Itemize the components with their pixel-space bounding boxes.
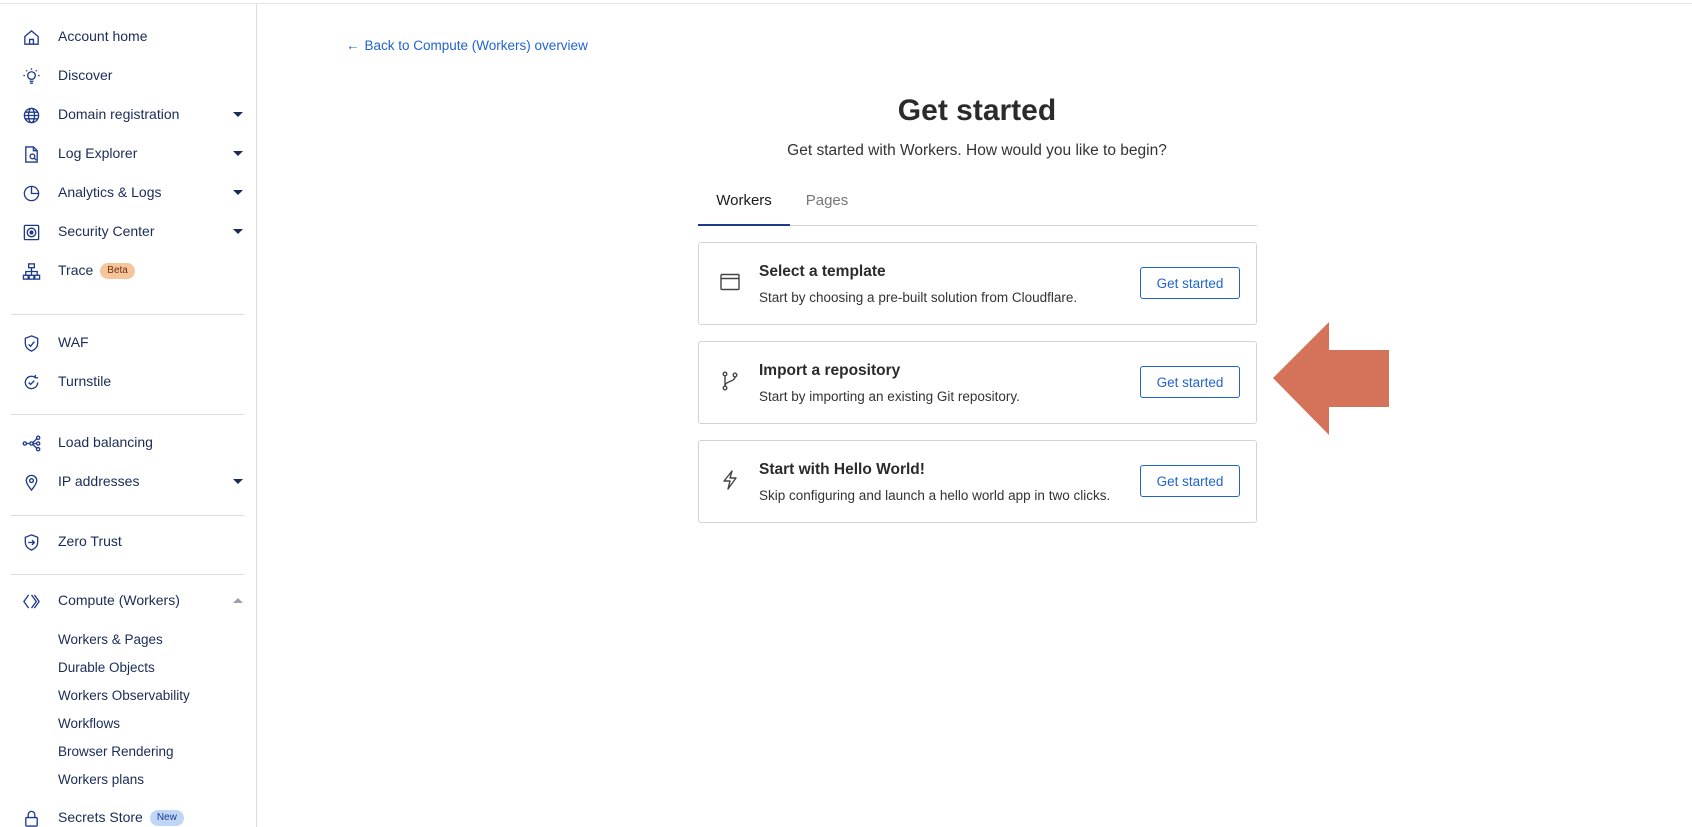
sidebar-item-label: Domain registration [58,106,180,122]
sidebar-item-label: Zero Trust [58,533,122,549]
sidebar: Account home Discover Domain registratio… [0,4,257,827]
sidebar-item-waf[interactable]: WAF [0,322,256,364]
load-balancer-icon [21,433,41,453]
sidebar-item-compute-workers[interactable]: Compute (Workers) [0,580,256,622]
tab-bar: Workers Pages [698,190,1257,226]
sidebar-item-label: Log Explorer [58,145,138,161]
trace-icon [21,261,41,281]
chevron-down-icon[interactable] [233,190,243,195]
pie-chart-icon [21,183,41,203]
card-title: Start with Hello World! [759,461,925,478]
waf-shield-icon [21,333,41,353]
page-title: Get started [897,94,1057,127]
arrow-left-icon: ← [346,38,360,53]
get-started-template-button[interactable]: Get started [1140,267,1240,299]
sidebar-item-label: Secrets Store New [58,809,184,826]
get-started-hello-world-button[interactable]: Get started [1140,465,1240,497]
browser-window-icon [719,271,741,293]
lightbulb-icon [21,66,41,86]
sidebar-item-security-center[interactable]: Security Center [0,211,256,253]
chevron-up-icon[interactable] [233,598,243,603]
sidebar-item-label: Account home [58,28,148,44]
sidebar-item-label: Load balancing [58,434,153,450]
tab-workers[interactable]: Workers [698,192,790,226]
sidebar-item-label: Turnstile [58,373,112,389]
sidebar-item-label: Analytics & Logs [58,184,162,200]
sidebar-item-label: Discover [58,67,113,83]
home-icon [21,27,41,47]
chevron-down-icon[interactable] [233,479,243,484]
card-description: Start by importing an existing Git repos… [759,389,1020,404]
sidebar-divider [11,414,244,415]
log-file-icon [21,144,41,164]
sidebar-item-label: WAF [58,334,89,350]
card-import-repository: Import a repository Start by importing a… [698,341,1257,424]
sidebar-item-log-explorer[interactable]: Log Explorer [0,133,256,175]
sidebar-item-discover[interactable]: Discover [0,55,256,97]
chevron-down-icon[interactable] [233,229,243,234]
sidebar-divider [11,515,244,516]
sidebar-item-account-home[interactable]: Account home [0,16,256,58]
workers-icon [21,591,41,611]
globe-icon [21,105,41,125]
sidebar-subitem-browser-rendering[interactable]: Browser Rendering [58,744,174,759]
sidebar-subitem-workers-plans[interactable]: Workers plans [58,772,144,787]
turnstile-icon [21,372,41,392]
sidebar-item-turnstile[interactable]: Turnstile [0,361,256,403]
page-subtitle: Get started with Workers. How would you … [787,142,1167,159]
card-select-template: Select a template Start by choosing a pr… [698,242,1257,325]
chevron-down-icon[interactable] [233,151,243,156]
beta-badge: Beta [100,263,135,279]
card-description: Skip configuring and launch a hello worl… [759,488,1111,503]
sidebar-item-secrets-store[interactable]: Secrets Store New [0,797,256,827]
sidebar-item-trace[interactable]: Trace Beta [0,250,256,292]
card-title: Import a repository [759,362,901,379]
sidebar-divider [11,314,244,315]
zero-trust-icon [21,532,41,552]
sidebar-item-analytics-logs[interactable]: Analytics & Logs [0,172,256,214]
location-pin-icon [21,472,41,492]
sidebar-item-label: Trace Beta [58,262,135,279]
sidebar-item-label: IP addresses [58,473,140,489]
security-center-icon [21,222,41,242]
lock-icon [21,808,41,827]
tab-pages[interactable]: Pages [798,192,856,226]
sidebar-divider [11,574,244,575]
lightning-icon [719,469,741,491]
sidebar-item-label: Security Center [58,223,155,239]
sidebar-item-load-balancing[interactable]: Load balancing [0,422,256,464]
sidebar-item-domain-registration[interactable]: Domain registration [0,94,256,136]
card-title: Select a template [759,263,886,280]
chevron-down-icon[interactable] [233,112,243,117]
git-branch-icon [719,370,741,392]
sidebar-subitem-durable-objects[interactable]: Durable Objects [58,660,155,675]
sidebar-subitem-workers-pages[interactable]: Workers & Pages [58,632,163,647]
new-badge: New [149,810,184,826]
sidebar-subitem-workers-observability[interactable]: Workers Observability [58,688,190,703]
annotation-arrow-icon [1273,322,1389,435]
card-hello-world: Start with Hello World! Skip configuring… [698,440,1257,523]
card-description: Start by choosing a pre-built solution f… [759,290,1078,305]
back-link[interactable]: ← Back to Compute (Workers) overview [346,38,588,53]
sidebar-item-ip-addresses[interactable]: IP addresses [0,461,256,503]
get-started-import-button[interactable]: Get started [1140,366,1240,398]
sidebar-subitem-workflows[interactable]: Workflows [58,716,120,731]
sidebar-item-zero-trust[interactable]: Zero Trust [0,521,256,563]
sidebar-item-label: Compute (Workers) [58,592,180,608]
